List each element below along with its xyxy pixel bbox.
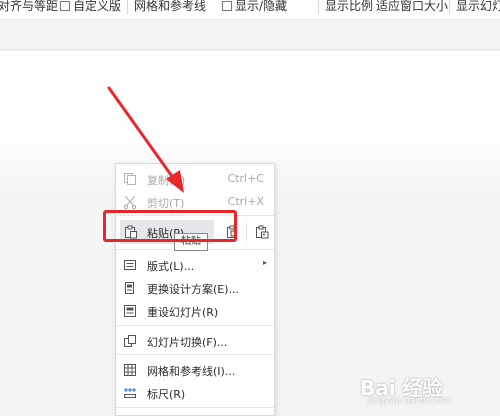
ribbon-item-align[interactable]: 对齐与等距: [0, 0, 58, 14]
copy-icon: [124, 173, 136, 185]
menu-item-label: 重设幻灯片(R): [147, 306, 219, 319]
menu-item-label: 更换设计方案(E)...: [147, 283, 240, 296]
menu-item-layout[interactable]: 版式(L)... ▸: [116, 254, 274, 276]
menu-divider: [116, 354, 274, 355]
menu-item-label: 标尺(R): [147, 388, 186, 401]
paste-picture-icon[interactable]: [255, 225, 269, 239]
toolbar-divider: [127, 0, 128, 14]
toolbar-divider: [449, 0, 450, 14]
menu-item-grid-guides[interactable]: 网格和参考线(I)...: [116, 359, 274, 381]
ribbon-item-fit-window[interactable]: 适应窗口大小: [376, 0, 448, 14]
menu-divider: [116, 407, 274, 408]
menu-divider: [116, 325, 274, 326]
submenu-arrow-icon: ▸: [262, 258, 267, 267]
menu-item-transition[interactable]: 幻灯片切换(F)...: [116, 330, 274, 352]
ruler-icon: [124, 388, 136, 398]
ribbon-item-grid[interactable]: 网格和参考线: [134, 0, 206, 14]
paste-option-divider: [246, 223, 247, 241]
layout-icon: [124, 260, 136, 270]
menu-item-ruler[interactable]: 标尺(R): [116, 382, 274, 404]
ribbon-item-zoom[interactable]: 显示比例: [325, 0, 373, 14]
watermark-url: jingyan.baidu.com: [368, 396, 452, 406]
menu-item-label: 幻灯片切换(F)...: [147, 336, 228, 349]
shortcut-label: Ctrl+C: [227, 172, 264, 185]
checkbox-icon: [222, 1, 232, 11]
toolbar-divider: [318, 0, 319, 14]
annotation-highlight-box: [103, 210, 237, 242]
menu-item-label: 版式(L)...: [147, 260, 195, 273]
menu-item-reset-slide[interactable]: 重设幻灯片(R): [116, 300, 274, 322]
shortcut-label: Ctrl+X: [227, 195, 264, 208]
menu-item-label: 剪切(T): [147, 197, 185, 210]
ribbon-toolbar: 对齐与等距 自定义版 网格和参考线 显示/隐藏 显示比例 适应窗口大小 显示幻灯…: [0, 0, 500, 20]
menu-item-copy[interactable]: 复制(C) Ctrl+C: [116, 168, 274, 190]
grid-icon: [124, 364, 136, 376]
design-icon: [125, 282, 134, 294]
menu-item-label: 网格和参考线(I)...: [147, 365, 236, 378]
checkbox-icon: [60, 1, 70, 11]
tab-bar: [0, 20, 500, 50]
ribbon-item-show-slide[interactable]: 显示幻灯片: [456, 0, 500, 14]
context-menu: 复制(C) Ctrl+C 剪切(T) Ctrl+X 粘贴(P) 版式(L)...…: [115, 163, 275, 416]
menu-item-change-design[interactable]: 更换设计方案(E)...: [116, 277, 274, 299]
scissors-icon: [123, 195, 137, 209]
ribbon-item-show-hide[interactable]: 显示/隐藏: [222, 0, 287, 14]
reset-slide-icon: [124, 305, 136, 317]
transition-icon: [124, 335, 136, 347]
menu-item-label: 复制(C): [147, 174, 186, 187]
ribbon-item-custom[interactable]: 自定义版: [60, 0, 121, 14]
